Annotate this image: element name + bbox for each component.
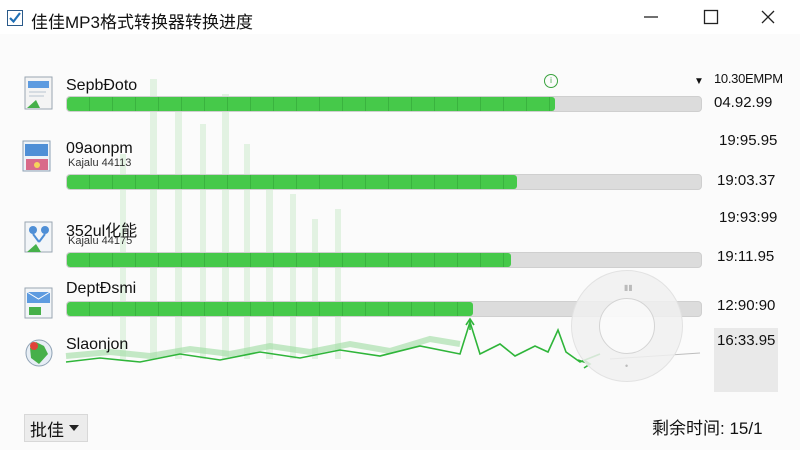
dial-center-button[interactable] xyxy=(599,298,655,354)
time-label: 19:03.37 xyxy=(717,172,776,189)
progress-fill xyxy=(67,302,473,316)
window-title: 佳佳MP3格式转换器转换进度 xyxy=(31,13,253,32)
file-name: 09aonpm xyxy=(66,140,133,157)
close-icon xyxy=(761,10,775,24)
conversion-list-panel: i ▼ 10.30EMPM SepbĐoto 04.92.99 09aonpm … xyxy=(0,34,800,450)
file-name: Slaonjon xyxy=(66,336,129,353)
app-check-icon xyxy=(7,10,23,26)
mail-file-icon xyxy=(24,287,53,319)
batch-dropdown-label: 批佳 xyxy=(30,420,64,440)
minimize-button[interactable] xyxy=(624,0,678,34)
progress-bar xyxy=(66,174,702,190)
file-details: Kajalu 44113 xyxy=(68,157,132,169)
file-name: DeptĐsmi xyxy=(66,280,137,297)
playback-dial[interactable]: ▮▮ • xyxy=(571,270,683,382)
dial-dot-icon: • xyxy=(625,361,629,371)
file-name: SepbĐoto xyxy=(66,77,138,94)
maximize-icon xyxy=(703,9,719,25)
document-file-icon xyxy=(24,76,53,110)
minimize-icon xyxy=(644,16,658,18)
progress-bar xyxy=(66,96,702,112)
batch-dropdown[interactable]: 批佳 xyxy=(24,414,88,442)
time-label: 16:33.95 xyxy=(717,332,776,349)
close-button[interactable] xyxy=(741,0,795,34)
time-label: 19:95.95 xyxy=(719,132,778,149)
sort-down-icon[interactable]: ▼ xyxy=(694,76,704,87)
circle-status-icon[interactable]: i xyxy=(544,74,558,88)
progress-fill xyxy=(67,175,518,189)
network-file-icon xyxy=(24,221,53,253)
progress-bar xyxy=(66,252,702,268)
file-details: Kajalu 44175 xyxy=(68,235,133,247)
time-label: 12:90:90 xyxy=(717,297,776,314)
progress-fill xyxy=(67,253,511,267)
title-bar: 佳佳MP3格式转换器转换进度 xyxy=(0,0,800,34)
time-label: 19:11.95 xyxy=(717,248,775,265)
header-time: 10.30EMPM xyxy=(714,71,783,86)
maps-file-icon xyxy=(25,339,53,367)
time-label: 19:93:99 xyxy=(719,209,778,226)
media-file-icon xyxy=(22,140,51,172)
time-label: 04.92.99 xyxy=(714,94,773,111)
remaining-time: 剩余时间: 15/1 xyxy=(652,419,763,438)
progress-fill xyxy=(67,97,556,111)
maximize-button[interactable] xyxy=(684,0,738,34)
chevron-down-icon xyxy=(69,425,79,431)
menu-mark-icon: ▮▮ xyxy=(624,283,633,292)
